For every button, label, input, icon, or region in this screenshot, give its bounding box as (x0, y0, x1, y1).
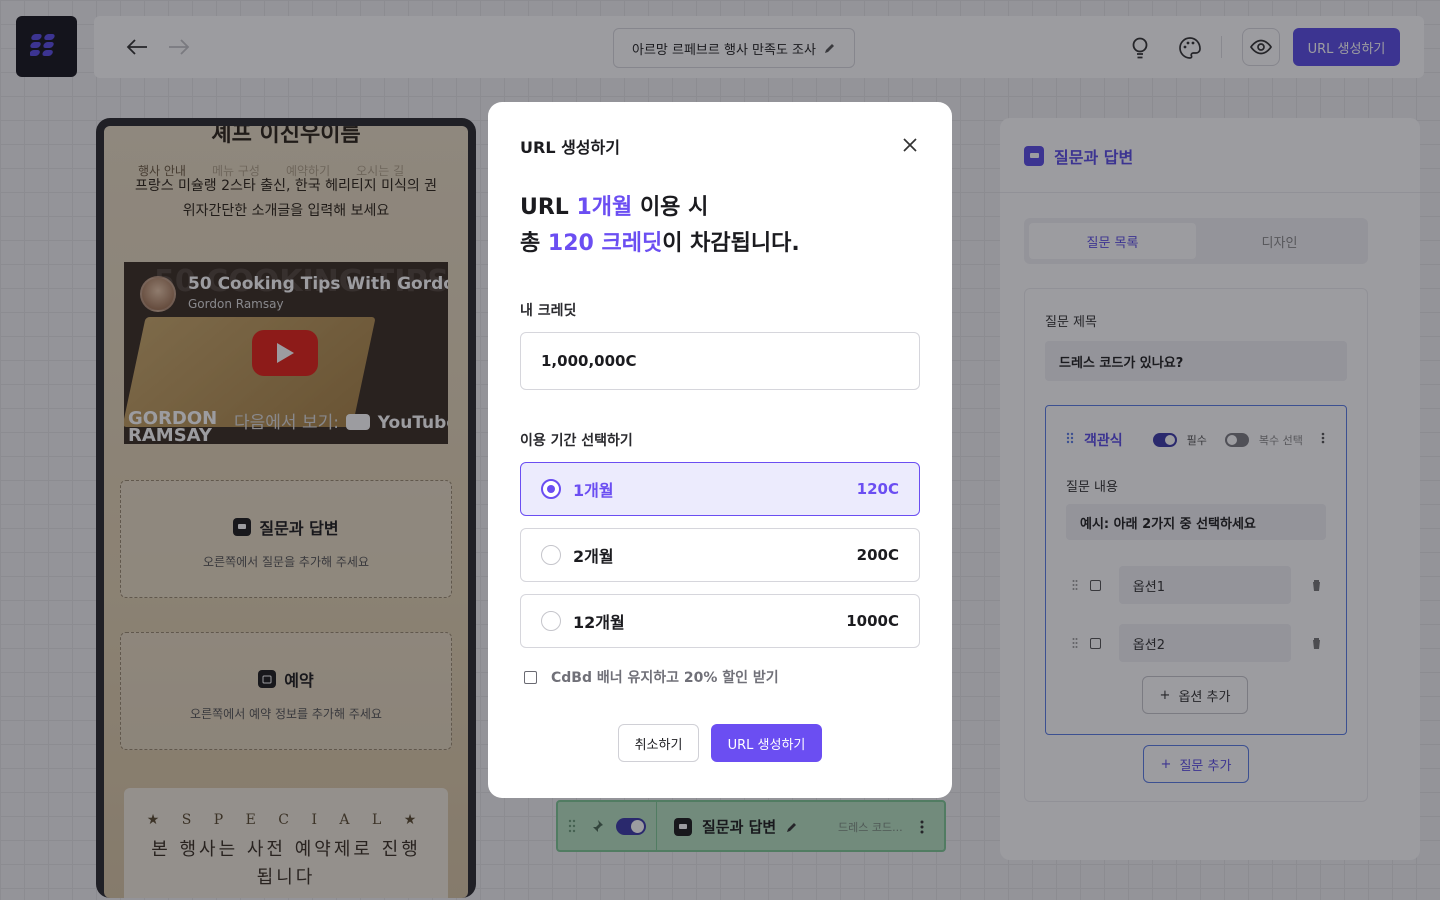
plan-price: 200C (856, 546, 899, 564)
cancel-button[interactable]: 취소하기 (618, 724, 699, 762)
plan-name: 1개월 (573, 481, 614, 500)
my-credit-field: 1,000,000C (520, 332, 920, 390)
plan-price: 1000C (846, 612, 899, 630)
plan-radio[interactable] (541, 611, 561, 631)
my-credit-label: 내 크레딧 (520, 303, 577, 319)
discount-label: CdBd 배너 유지하고 20% 할인 받기 (551, 670, 779, 686)
cost-summary: URL 1개월 이용 시 총 120 크레딧이 차감됩니다. (520, 190, 800, 262)
period-label: 이용 기간 선택하기 (520, 433, 633, 449)
plan-option-1-month[interactable]: 1개월 120C (520, 462, 920, 516)
plan-radio[interactable] (541, 545, 561, 565)
summary-credits: 120 크레딧 (547, 231, 663, 256)
plan-option-2-month[interactable]: 2개월 200C (520, 528, 920, 582)
plan-option-12-month[interactable]: 12개월 1000C (520, 594, 920, 648)
plan-price: 120C (856, 480, 899, 498)
cost-summary-line2: 총 120 크레딧이 차감됩니다. (520, 226, 800, 262)
create-url-button[interactable]: URL 생성하기 (711, 724, 822, 762)
summary-text: 이 차감됩니다. (662, 231, 800, 256)
close-icon[interactable] (898, 133, 922, 157)
summary-text: URL (520, 195, 577, 220)
plan-radio[interactable] (541, 479, 561, 499)
plan-name: 12개월 (573, 613, 625, 632)
modal-title: URL 생성하기 (520, 138, 620, 157)
summary-period: 1개월 (576, 195, 633, 220)
cost-summary-line1: URL 1개월 이용 시 (520, 190, 800, 226)
summary-text: 총 (520, 231, 548, 256)
summary-text: 이용 시 (632, 195, 709, 220)
discount-checkbox[interactable] (524, 670, 537, 684)
plan-name: 2개월 (573, 547, 614, 566)
banner-discount-option[interactable]: CdBd 배너 유지하고 20% 할인 받기 (524, 667, 779, 687)
url-generate-modal: URL 생성하기 URL 1개월 이용 시 총 120 크레딧이 차감됩니다. … (488, 102, 952, 798)
